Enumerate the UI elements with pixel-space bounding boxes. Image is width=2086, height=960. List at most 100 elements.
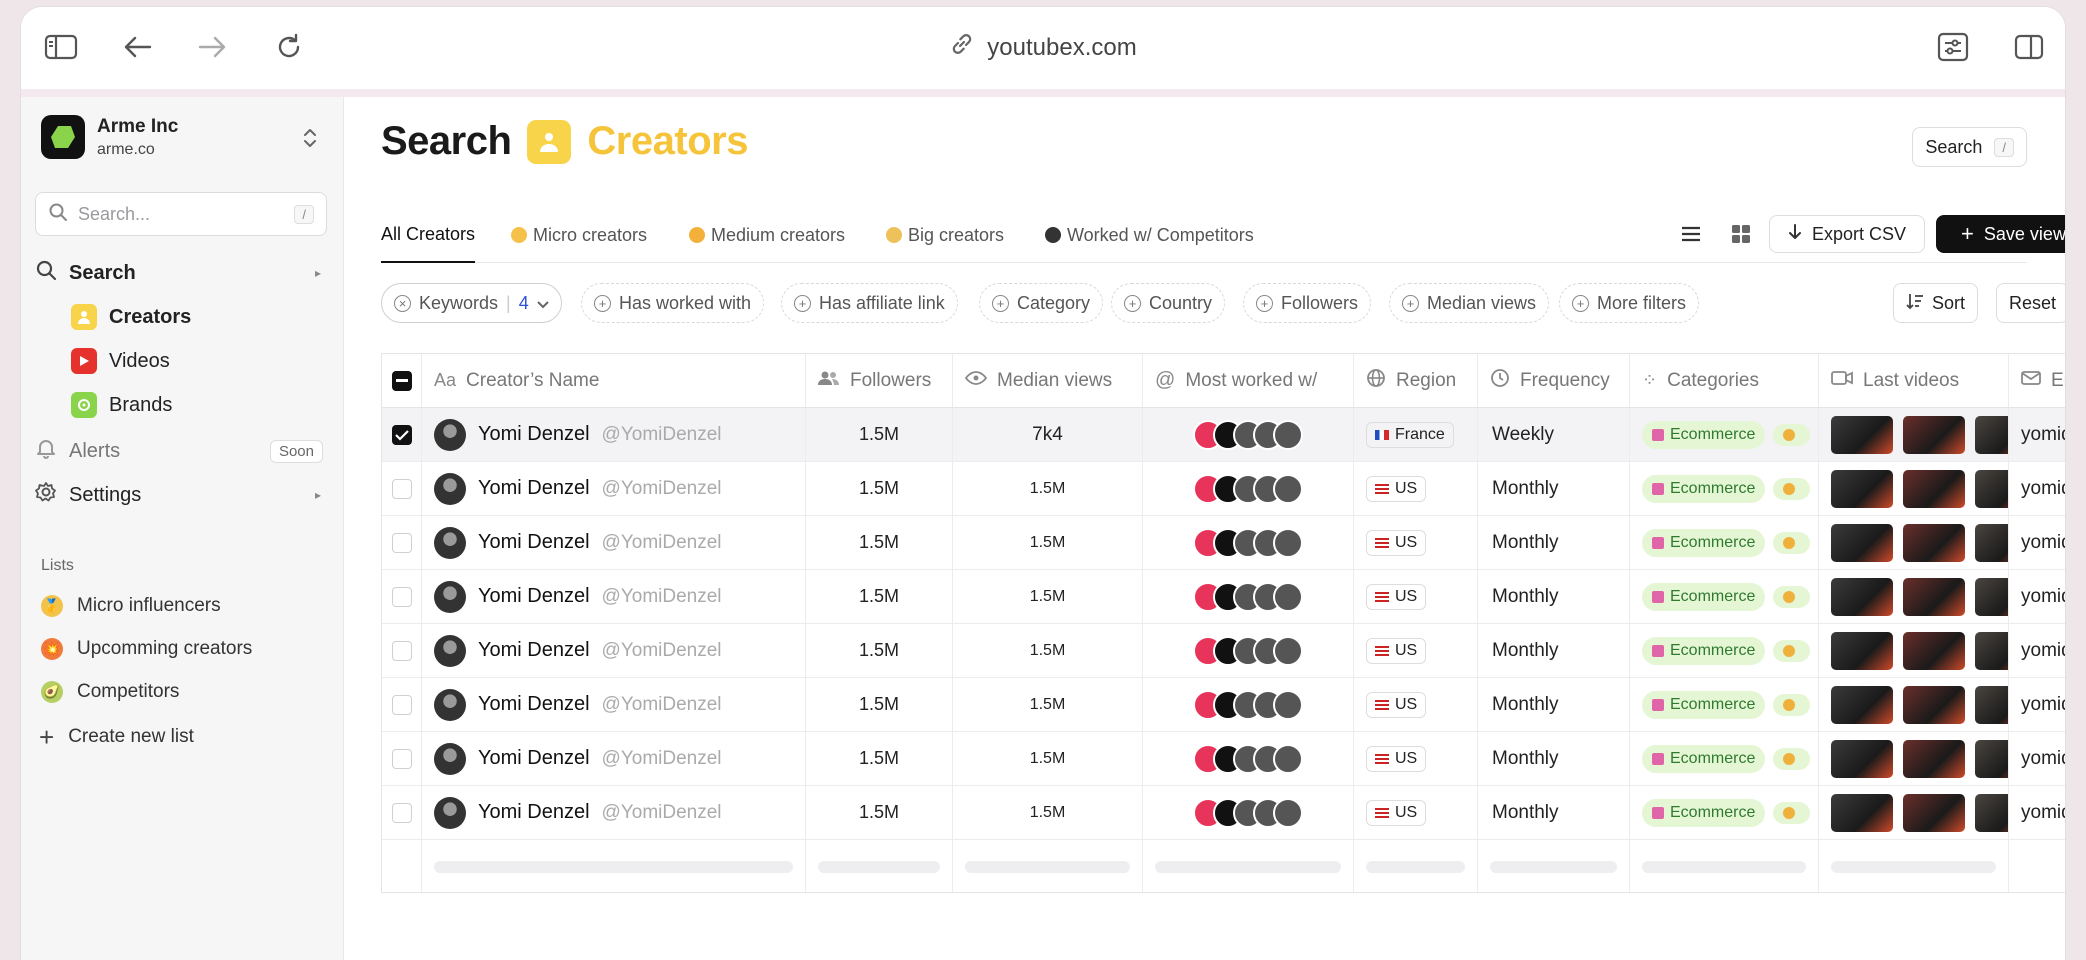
creator-cell[interactable]: Yomi Denzel @YomiDenzel (422, 624, 806, 677)
sidebar-item-videos[interactable]: Videos (71, 343, 335, 379)
table-row[interactable]: Yomi Denzel @YomiDenzel 1.5M 1.5M US Monthly E… (382, 516, 2065, 570)
clear-icon[interactable]: × (394, 294, 411, 312)
row-checkbox[interactable] (391, 802, 412, 823)
most-worked-cell[interactable] (1143, 786, 1354, 839)
video-thumbnail[interactable] (1903, 739, 1965, 778)
sidebar-item-brands[interactable]: Brands (71, 387, 335, 423)
most-worked-cell[interactable] (1143, 516, 1354, 569)
table-row[interactable]: Yomi Denzel @YomiDenzel 1.5M 1.5M US Monthly E… (382, 732, 2065, 786)
row-checkbox[interactable] (391, 586, 412, 607)
list-view-icon[interactable] (1671, 215, 1711, 253)
table-row[interactable]: Yomi Denzel @YomiDenzel 1.5M 1.5M US Monthly E… (382, 570, 2065, 624)
creator-cell[interactable]: Yomi Denzel @YomiDenzel (422, 462, 806, 515)
header-search-button[interactable]: Search / (1912, 127, 2027, 167)
tab-all-creators[interactable]: All Creators (381, 207, 476, 263)
filter-more[interactable]: + More filters (1559, 283, 1700, 323)
table-row[interactable]: Yomi Denzel @YomiDenzel 1.5M 1.5M US Monthly E… (382, 678, 2065, 732)
video-thumbnail[interactable] (1903, 631, 1965, 670)
filter-category[interactable]: + Category (979, 283, 1104, 323)
video-thumbnail[interactable] (1975, 793, 2008, 832)
video-thumbnail[interactable] (1975, 685, 2008, 724)
creator-cell[interactable]: Yomi Denzel @YomiDenzel (422, 408, 806, 461)
table-row[interactable]: Yomi Denzel @YomiDenzel 1.5M 1.5M US Monthly E… (382, 462, 2065, 516)
video-thumbnail[interactable] (1903, 469, 1965, 508)
save-view-button[interactable]: + Save view (1936, 215, 2065, 253)
row-checkbox[interactable] (391, 640, 412, 661)
video-thumbnail[interactable] (1903, 523, 1965, 562)
creator-cell[interactable]: Yomi Denzel @YomiDenzel (422, 570, 806, 623)
video-thumbnail[interactable] (1831, 469, 1893, 508)
sidebar-item-search[interactable]: Search ▸ (35, 255, 335, 291)
select-all-checkbox[interactable] (391, 370, 412, 391)
column-header-median-views[interactable]: Median views (953, 354, 1143, 407)
address-bar[interactable]: youtubex.com (21, 31, 2065, 64)
creator-cell[interactable]: Yomi Denzel @YomiDenzel (422, 678, 806, 731)
video-thumbnail[interactable] (1975, 739, 2008, 778)
tab-medium-creators[interactable]: Medium creators (689, 207, 845, 263)
row-checkbox[interactable] (391, 478, 412, 499)
most-worked-cell[interactable] (1143, 408, 1354, 461)
settings-sliders-icon[interactable] (1933, 27, 1973, 67)
column-header-last-videos[interactable]: Last videos (1819, 354, 2009, 407)
table-row[interactable]: Yomi Denzel @YomiDenzel 1.5M 1.5M US Monthly E… (382, 786, 2065, 840)
column-header-followers[interactable]: Followers (806, 354, 953, 407)
video-thumbnail[interactable] (1903, 793, 1965, 832)
column-header-frequency[interactable]: Frequency (1478, 354, 1630, 407)
video-thumbnail[interactable] (1831, 523, 1893, 562)
most-worked-cell[interactable] (1143, 732, 1354, 785)
row-checkbox[interactable] (391, 694, 412, 715)
video-thumbnail[interactable] (1831, 415, 1893, 454)
creator-cell[interactable]: Yomi Denzel @YomiDenzel (422, 786, 806, 839)
tab-micro-creators[interactable]: Micro creators (511, 207, 647, 263)
filter-country[interactable]: + Country (1111, 283, 1226, 323)
most-worked-cell[interactable] (1143, 624, 1354, 677)
sidebar-item-settings[interactable]: Settings ▸ (35, 477, 335, 513)
column-header-name[interactable]: Aa Creator’s Name (422, 354, 806, 407)
column-header-email[interactable]: Er (2009, 354, 2065, 407)
filter-has-affiliate-link[interactable]: + Has affiliate link (781, 283, 958, 323)
filter-followers[interactable]: + Followers (1243, 283, 1372, 323)
tab-worked-competitors[interactable]: Worked w/ Competitors (1045, 207, 1254, 263)
tab-big-creators[interactable]: Big creators (886, 207, 1004, 263)
keywords-filter[interactable]: × Keywords | 4 (381, 283, 562, 323)
split-view-icon[interactable] (2009, 27, 2049, 67)
video-thumbnail[interactable] (1903, 415, 1965, 454)
video-thumbnail[interactable] (1903, 577, 1965, 616)
video-thumbnail[interactable] (1831, 631, 1893, 670)
most-worked-cell[interactable] (1143, 570, 1354, 623)
most-worked-cell[interactable] (1143, 678, 1354, 731)
reset-button[interactable]: Reset (1996, 283, 2065, 323)
list-item-upcoming-creators[interactable]: 💥 Upcomming creators (41, 638, 252, 660)
filter-median-views[interactable]: + Median views (1389, 283, 1550, 323)
create-list-button[interactable]: + Create new list (39, 724, 194, 750)
sidebar-item-alerts[interactable]: Alerts Soon (35, 433, 335, 469)
video-thumbnail[interactable] (1831, 739, 1893, 778)
video-thumbnail[interactable] (1975, 631, 2008, 670)
creator-cell[interactable]: Yomi Denzel @YomiDenzel (422, 516, 806, 569)
filter-has-worked-with[interactable]: + Has worked with (581, 283, 765, 323)
most-worked-cell[interactable] (1143, 462, 1354, 515)
video-thumbnail[interactable] (1903, 685, 1965, 724)
video-thumbnail[interactable] (1831, 685, 1893, 724)
creator-cell[interactable]: Yomi Denzel @YomiDenzel (422, 732, 806, 785)
export-csv-button[interactable]: Export CSV (1769, 215, 1925, 253)
sidebar-item-creators[interactable]: Creators (71, 299, 335, 335)
grid-view-icon[interactable] (1721, 215, 1761, 253)
chevron-updown-icon[interactable] (301, 125, 319, 156)
row-checkbox[interactable] (391, 532, 412, 553)
column-header-categories[interactable]: ⁘ Categories (1630, 354, 1819, 407)
org-switcher[interactable]: Arme Inc arme.co (41, 115, 178, 159)
row-checkbox[interactable] (391, 424, 412, 445)
column-header-region[interactable]: Region (1354, 354, 1478, 407)
video-thumbnail[interactable] (1831, 577, 1893, 616)
table-row[interactable]: Yomi Denzel @YomiDenzel 1.5M 7k4 France Weekl… (382, 408, 2065, 462)
row-checkbox[interactable] (391, 748, 412, 769)
video-thumbnail[interactable] (1831, 793, 1893, 832)
table-row[interactable]: Yomi Denzel @YomiDenzel 1.5M 1.5M US Monthly E… (382, 624, 2065, 678)
sort-button[interactable]: Sort (1893, 283, 1979, 323)
video-thumbnail[interactable] (1975, 523, 2008, 562)
video-thumbnail[interactable] (1975, 577, 2008, 616)
column-header-most-worked[interactable]: @ Most worked w/ (1143, 354, 1354, 407)
list-item-competitors[interactable]: 🥑 Competitors (41, 681, 179, 703)
sidebar-search-input[interactable]: Search... / (35, 192, 327, 236)
